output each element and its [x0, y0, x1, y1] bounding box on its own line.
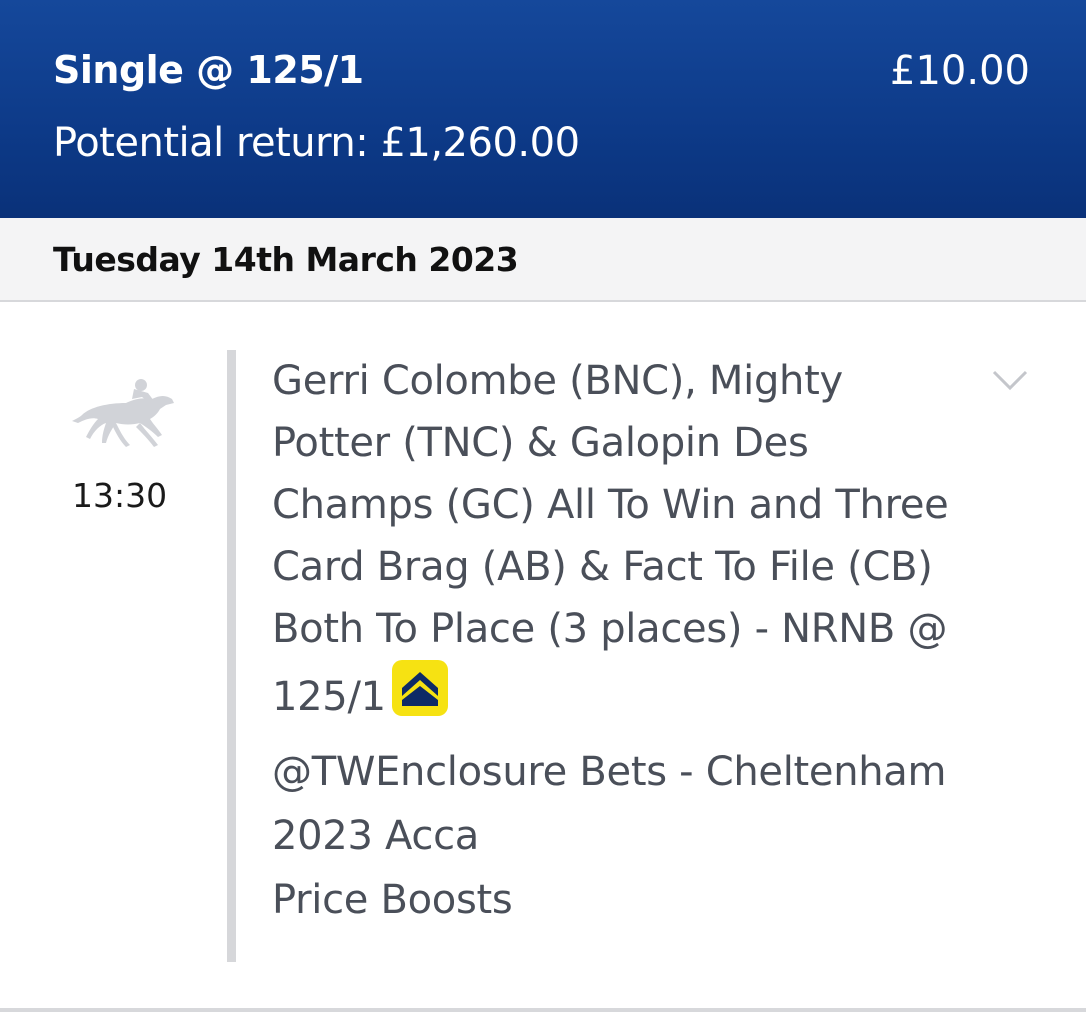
bet-type-label: Single @ 125/1	[53, 48, 364, 92]
bottom-divider	[0, 1008, 1086, 1012]
bet-summary-header: Single @ 125/1 £10.00 Potential return: …	[0, 0, 1086, 218]
stake-amount: £10.00	[890, 48, 1030, 94]
potential-return: Potential return: £1,260.00	[53, 120, 580, 166]
promo-line: @TWEnclosure Bets - Cheltenham	[272, 749, 947, 795]
bet-receipt: Single @ 125/1 £10.00 Potential return: …	[0, 0, 1086, 1012]
promo-description: @TWEnclosure Bets - Cheltenham 2023 Acca…	[272, 740, 1012, 932]
promo-line: Price Boosts	[272, 877, 513, 923]
race-time: 13:30	[72, 476, 168, 515]
price-boost-icon	[391, 660, 448, 716]
promo-line: 2023 Acca	[272, 813, 479, 859]
selection-description: Gerri Colombe (BNC), Mighty Potter (TNC)…	[272, 350, 972, 728]
selection-text: Gerri Colombe (BNC), Mighty Potter (TNC)…	[272, 358, 949, 720]
chevron-down-icon[interactable]	[990, 366, 1030, 396]
selection-divider	[227, 350, 236, 962]
horse-racing-icon	[72, 379, 174, 447]
event-date: Tuesday 14th March 2023	[53, 240, 519, 279]
